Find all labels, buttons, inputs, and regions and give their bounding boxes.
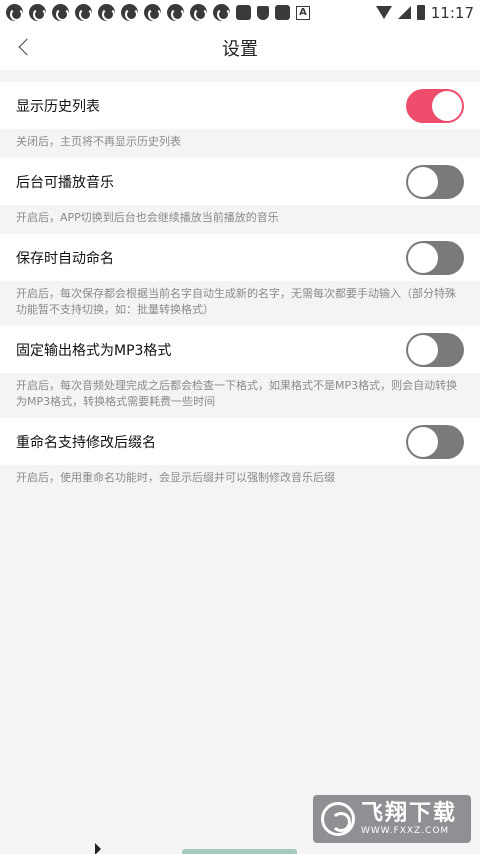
setting-description: 开启后，每次音频处理完成之后都会检查一下格式，如果格式不是MP3格式，则会自动转… xyxy=(16,379,458,408)
battery-icon xyxy=(416,5,425,20)
status-right: 11:17 xyxy=(375,3,474,22)
toggle-knob xyxy=(408,166,438,197)
wifi-icon xyxy=(375,6,392,19)
clock: 11:17 xyxy=(430,3,474,22)
app-notification-icon xyxy=(6,4,23,21)
app-notification-icon xyxy=(213,4,230,21)
app-notification-icon xyxy=(121,4,138,21)
app-notification-icon xyxy=(29,4,46,21)
square-notification-icon xyxy=(275,5,290,20)
square-notification-icon xyxy=(236,5,251,20)
setting-description: 开启后，使用重命名功能时，会显示后缀并可以强制修改音乐后缀 xyxy=(16,471,335,484)
setting-row-history: 显示历史列表 xyxy=(0,82,480,129)
app-notification-icon xyxy=(190,4,207,21)
app-notification-icon xyxy=(167,4,184,21)
app-notification-icon xyxy=(98,4,115,21)
app-notification-icon xyxy=(75,4,92,21)
toggle-knob xyxy=(432,90,462,121)
toggle-knob xyxy=(408,334,438,365)
watermark-title: 飞翔下载 xyxy=(361,801,458,826)
setting-label: 重命名支持修改后缀名 xyxy=(16,434,156,451)
back-chevron-icon xyxy=(18,38,36,56)
setting-label: 固定输出格式为MP3格式 xyxy=(16,342,172,359)
watermark-text: 飞翔下载 WWW.FXXZ.COM xyxy=(361,801,458,837)
setting-description: 关闭后，主页将不再显示历史列表 xyxy=(16,135,181,148)
notification-icons: A xyxy=(6,4,372,21)
toggle-knob xyxy=(408,426,438,457)
page-title: 设置 xyxy=(222,38,258,60)
setting-description: 开启后，每次保存都会根据当前名字自动生成新的名字，无需每次都要手动输入（部分特殊… xyxy=(16,287,456,316)
setting-row-mp3-format: 固定输出格式为MP3格式 xyxy=(0,326,480,373)
toggle-knob xyxy=(408,242,438,273)
signal-icon xyxy=(397,6,411,19)
toggle-switch[interactable] xyxy=(406,88,464,123)
header: 设置 xyxy=(0,25,480,70)
toggle-switch[interactable] xyxy=(406,332,464,367)
a-icon: A xyxy=(296,5,310,20)
bottom-bar xyxy=(182,849,297,854)
setting-label: 后台可播放音乐 xyxy=(16,174,114,191)
shield-icon xyxy=(257,5,269,20)
toggle-switch[interactable] xyxy=(406,424,464,459)
back-button[interactable] xyxy=(10,32,40,62)
settings-list: 显示历史列表 关闭后，主页将不再显示历史列表 后台可播放音乐 开启后，APP切换… xyxy=(0,82,480,494)
watermark-logo-icon xyxy=(321,802,355,836)
app-notification-icon xyxy=(52,4,69,21)
setting-row-auto-name: 保存时自动命名 xyxy=(0,234,480,281)
watermark-url: WWW.FXXZ.COM xyxy=(361,826,450,836)
watermark: 飞翔下载 WWW.FXXZ.COM xyxy=(313,795,471,843)
toggle-switch[interactable] xyxy=(406,164,464,199)
setting-row-background-play: 后台可播放音乐 xyxy=(0,158,480,205)
setting-label: 保存时自动命名 xyxy=(16,250,114,267)
setting-label: 显示历史列表 xyxy=(16,98,100,115)
setting-description: 开启后，APP切换到后台也会继续播放当前播放的音乐 xyxy=(16,211,279,224)
toggle-switch[interactable] xyxy=(406,240,464,275)
status-bar: A 11:17 xyxy=(0,0,480,25)
setting-row-rename-suffix: 重命名支持修改后缀名 xyxy=(0,418,480,465)
app-notification-icon xyxy=(144,4,161,21)
cursor-icon xyxy=(95,843,101,854)
